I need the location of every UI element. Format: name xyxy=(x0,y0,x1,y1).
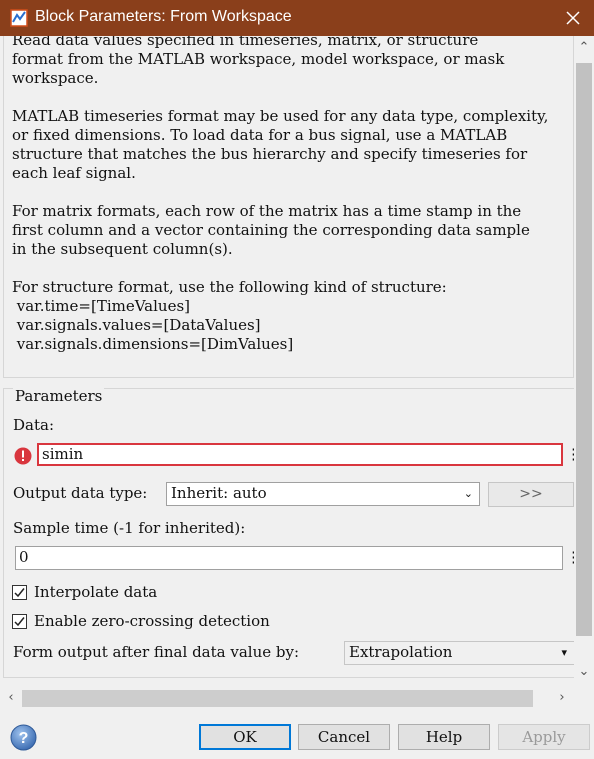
description-line xyxy=(12,259,572,278)
close-button[interactable] xyxy=(552,0,594,36)
form-output-select[interactable]: Extrapolation ▾ xyxy=(344,641,574,665)
interpolate-checkbox[interactable] xyxy=(12,585,27,600)
description-line: structure that matches the bus hierarchy… xyxy=(12,145,528,163)
close-icon xyxy=(566,11,580,25)
description-line: For matrix formats, each row of the matr… xyxy=(12,202,522,220)
error-icon xyxy=(14,447,32,465)
scroll-right-arrow[interactable]: › xyxy=(553,690,571,708)
description-line: var.signals.values=[DataValues] xyxy=(12,316,261,334)
sample-time-more-button[interactable]: ⋮ xyxy=(566,547,574,569)
ok-button[interactable]: OK xyxy=(199,724,291,750)
description-line: format from the MATLAB workspace, model … xyxy=(12,50,505,68)
description-line: MATLAB timeseries format may be used for… xyxy=(12,107,549,125)
help-button[interactable]: Help xyxy=(398,724,490,750)
check-icon xyxy=(14,617,25,627)
horizontal-scroll-thumb[interactable] xyxy=(22,690,533,707)
scroll-up-arrow[interactable]: ⌃ xyxy=(574,40,594,58)
output-data-type-value: Inherit: auto xyxy=(171,484,267,502)
simulink-block-icon xyxy=(10,9,28,27)
apply-button[interactable]: Apply xyxy=(498,724,590,750)
scroll-down-arrow[interactable]: ⌄ xyxy=(574,664,594,682)
zero-crossing-checkbox[interactable] xyxy=(12,614,27,629)
description-line xyxy=(12,183,572,202)
data-more-button[interactable]: ⋮ xyxy=(566,444,574,466)
description-line xyxy=(12,88,572,107)
description-line: or fixed dimensions. To load data for a … xyxy=(12,126,508,144)
description-line: var.signals.dimensions=[DimValues] xyxy=(12,335,294,353)
sample-time-label: Sample time (-1 for inherited): xyxy=(13,519,246,537)
description-line: first column and a vector containing the… xyxy=(12,221,530,239)
scroll-left-arrow[interactable]: ‹ xyxy=(2,690,20,708)
data-input[interactable]: simin xyxy=(37,443,563,466)
form-output-value: Extrapolation xyxy=(349,643,453,661)
help-icon[interactable]: ? xyxy=(10,724,37,751)
block-description: Read data values specified in timeseries… xyxy=(12,36,572,354)
data-type-assistant-button[interactable]: >> xyxy=(488,482,574,507)
parameters-legend: Parameters xyxy=(13,387,105,405)
dialog-content: Read data values specified in timeseries… xyxy=(0,36,574,687)
zero-crossing-label[interactable]: Enable zero-crossing detection xyxy=(34,612,270,630)
title-bar: Block Parameters: From Workspace xyxy=(0,0,594,36)
check-icon xyxy=(14,588,25,598)
sample-time-input[interactable]: 0 xyxy=(15,546,563,570)
data-label: Data: xyxy=(13,416,54,434)
description-line: each leaf signal. xyxy=(12,164,136,182)
form-output-label: Form output after final data value by: xyxy=(13,643,300,661)
chevron-down-icon: ▾ xyxy=(561,646,567,659)
chevron-down-icon: ⌄ xyxy=(463,487,473,500)
description-line: in the subsequent column(s). xyxy=(12,240,233,258)
svg-text:?: ? xyxy=(19,730,29,747)
description-line: Read data values specified in timeseries… xyxy=(12,36,479,49)
description-line: workspace. xyxy=(12,69,99,87)
cancel-button[interactable]: Cancel xyxy=(298,724,390,750)
output-data-type-label: Output data type: xyxy=(13,484,148,502)
description-line: For structure format, use the following … xyxy=(12,278,447,296)
interpolate-label[interactable]: Interpolate data xyxy=(34,583,157,601)
window-title: Block Parameters: From Workspace xyxy=(35,8,292,25)
description-line: var.time=[TimeValues] xyxy=(12,297,191,315)
output-data-type-select[interactable]: Inherit: auto ⌄ xyxy=(166,482,480,506)
vertical-scroll-thumb[interactable] xyxy=(576,63,592,636)
